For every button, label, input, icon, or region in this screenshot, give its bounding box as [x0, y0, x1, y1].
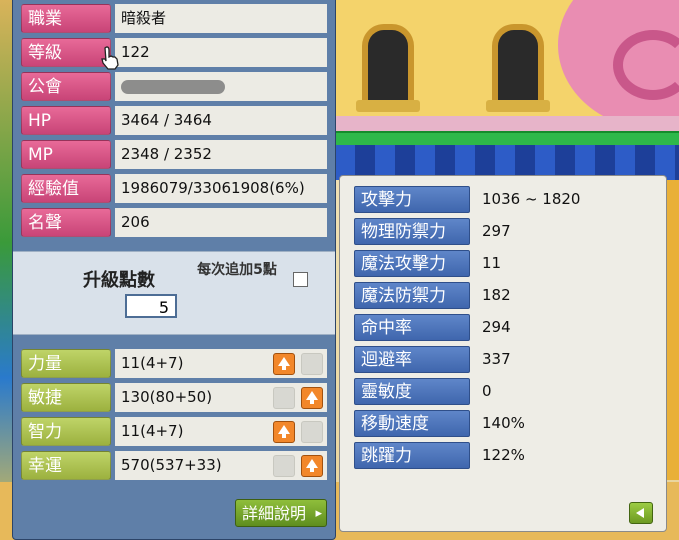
detail-stats-window[interactable]: 攻擊力 1036 ~ 1820 物理防禦力 297 魔法攻擊力 11 魔法防禦力… — [339, 175, 667, 532]
yellow-pole — [665, 180, 679, 480]
str-label: 力量 — [21, 349, 111, 378]
fame-label: 名聲 — [21, 208, 111, 237]
luk-value: 570(537+33) — [115, 451, 327, 480]
window-ledge — [486, 100, 550, 112]
detail-row-hands: 靈敏度 0 — [354, 378, 654, 407]
hands-value: 0 — [482, 382, 492, 400]
stat-row-guild: 公會 — [21, 72, 329, 103]
int-increase-button[interactable] — [273, 421, 295, 443]
dex-increase-button[interactable] — [301, 387, 323, 409]
dex-label: 敏捷 — [21, 383, 111, 412]
luk-label: 幸運 — [21, 451, 111, 480]
luk-slot-disabled — [273, 455, 295, 477]
detail-row-magic-atk: 魔法攻擊力 11 — [354, 250, 654, 279]
chevron-right-icon: ▸ — [315, 506, 322, 521]
hp-label: HP — [21, 106, 111, 135]
int-value: 11(4+7) — [115, 417, 327, 446]
detail-info-label: 詳細說明 — [242, 504, 307, 523]
mp-value: 2348 / 2352 — [115, 140, 327, 169]
dex-value: 130(80+50) — [115, 383, 327, 412]
speed-label: 移動速度 — [354, 410, 470, 437]
avoid-value: 337 — [482, 350, 511, 368]
detail-row-avoid: 迴避率 337 — [354, 346, 654, 375]
character-stats-window[interactable]: 職業 暗殺者 等級 122 公會 HP 3464 / 3464 MP 2348 … — [12, 0, 336, 540]
add-five-checkbox[interactable] — [293, 272, 308, 287]
magic-def-value: 182 — [482, 286, 511, 304]
guild-value — [115, 72, 327, 101]
ability-points-box: 升級點數 5 每次追加5點 — [13, 251, 335, 335]
speed-value: 140% — [482, 414, 525, 432]
jump-label: 跳躍力 — [354, 442, 470, 469]
attack-value: 1036 ~ 1820 — [482, 190, 581, 208]
ability-points-value: 5 — [125, 294, 177, 318]
str-value: 11(4+7) — [115, 349, 327, 378]
detail-info-button[interactable]: 詳細說明 ▸ — [235, 499, 327, 527]
hp-value: 3464 / 3464 — [115, 106, 327, 135]
attack-label: 攻擊力 — [354, 186, 470, 213]
stat-row-fame: 名聲 206 — [21, 208, 329, 239]
add-five-label: 每次追加5點 — [197, 262, 277, 278]
job-value: 暗殺者 — [115, 4, 327, 33]
stat-row-mp: MP 2348 / 2352 — [21, 140, 329, 171]
guild-label: 公會 — [21, 72, 111, 101]
accuracy-label: 命中率 — [354, 314, 470, 341]
weapon-def-label: 物理防禦力 — [354, 218, 470, 245]
exp-value: 1986079/33061908(6%) — [115, 174, 327, 203]
stat-row-hp: HP 3464 / 3464 — [21, 106, 329, 137]
house-window — [362, 24, 414, 112]
guild-name-redacted — [121, 80, 225, 94]
int-label: 智力 — [21, 417, 111, 446]
detail-row-magic-def: 魔法防禦力 182 — [354, 282, 654, 311]
mp-label: MP — [21, 140, 111, 169]
window-ledge — [356, 100, 420, 112]
detail-row-speed: 移動速度 140% — [354, 410, 654, 439]
magic-atk-value: 11 — [482, 254, 502, 272]
str-increase-button[interactable] — [273, 353, 295, 375]
stat-row-str: 力量 11(4+7) — [21, 349, 329, 380]
detail-row-accuracy: 命中率 294 — [354, 314, 654, 343]
job-label: 職業 — [21, 4, 111, 33]
house-window — [492, 24, 544, 112]
stat-row-job: 職業 暗殺者 — [21, 4, 329, 35]
avoid-label: 迴避率 — [354, 346, 470, 373]
jump-value: 122% — [482, 446, 525, 464]
arrow-left-icon[interactable] — [629, 502, 653, 524]
detail-row-jump: 跳躍力 122% — [354, 442, 654, 471]
hands-label: 靈敏度 — [354, 378, 470, 405]
level-value: 122 — [115, 38, 327, 67]
detail-row-weapon-def: 物理防禦力 297 — [354, 218, 654, 247]
ability-points-label: 升級點數 — [83, 270, 155, 291]
dex-slot-disabled — [273, 387, 295, 409]
stat-row-int: 智力 11(4+7) — [21, 417, 329, 448]
detail-row-attack: 攻擊力 1036 ~ 1820 — [354, 186, 654, 215]
magic-def-label: 魔法防禦力 — [354, 282, 470, 309]
weapon-def-value: 297 — [482, 222, 511, 240]
magic-atk-label: 魔法攻擊力 — [354, 250, 470, 277]
exp-label: 經驗值 — [21, 174, 111, 203]
stat-row-level: 等級 122 — [21, 38, 329, 69]
level-label: 等級 — [21, 38, 111, 67]
accuracy-value: 294 — [482, 318, 511, 336]
fame-value: 206 — [115, 208, 327, 237]
stat-row-dex: 敏捷 130(80+50) — [21, 383, 329, 414]
hand-cursor-icon — [101, 46, 119, 70]
stat-row-luk: 幸運 570(537+33) — [21, 451, 329, 482]
str-slot-disabled — [301, 353, 323, 375]
int-slot-disabled — [301, 421, 323, 443]
stat-row-exp: 經驗值 1986079/33061908(6%) — [21, 174, 329, 205]
luk-increase-button[interactable] — [301, 455, 323, 477]
